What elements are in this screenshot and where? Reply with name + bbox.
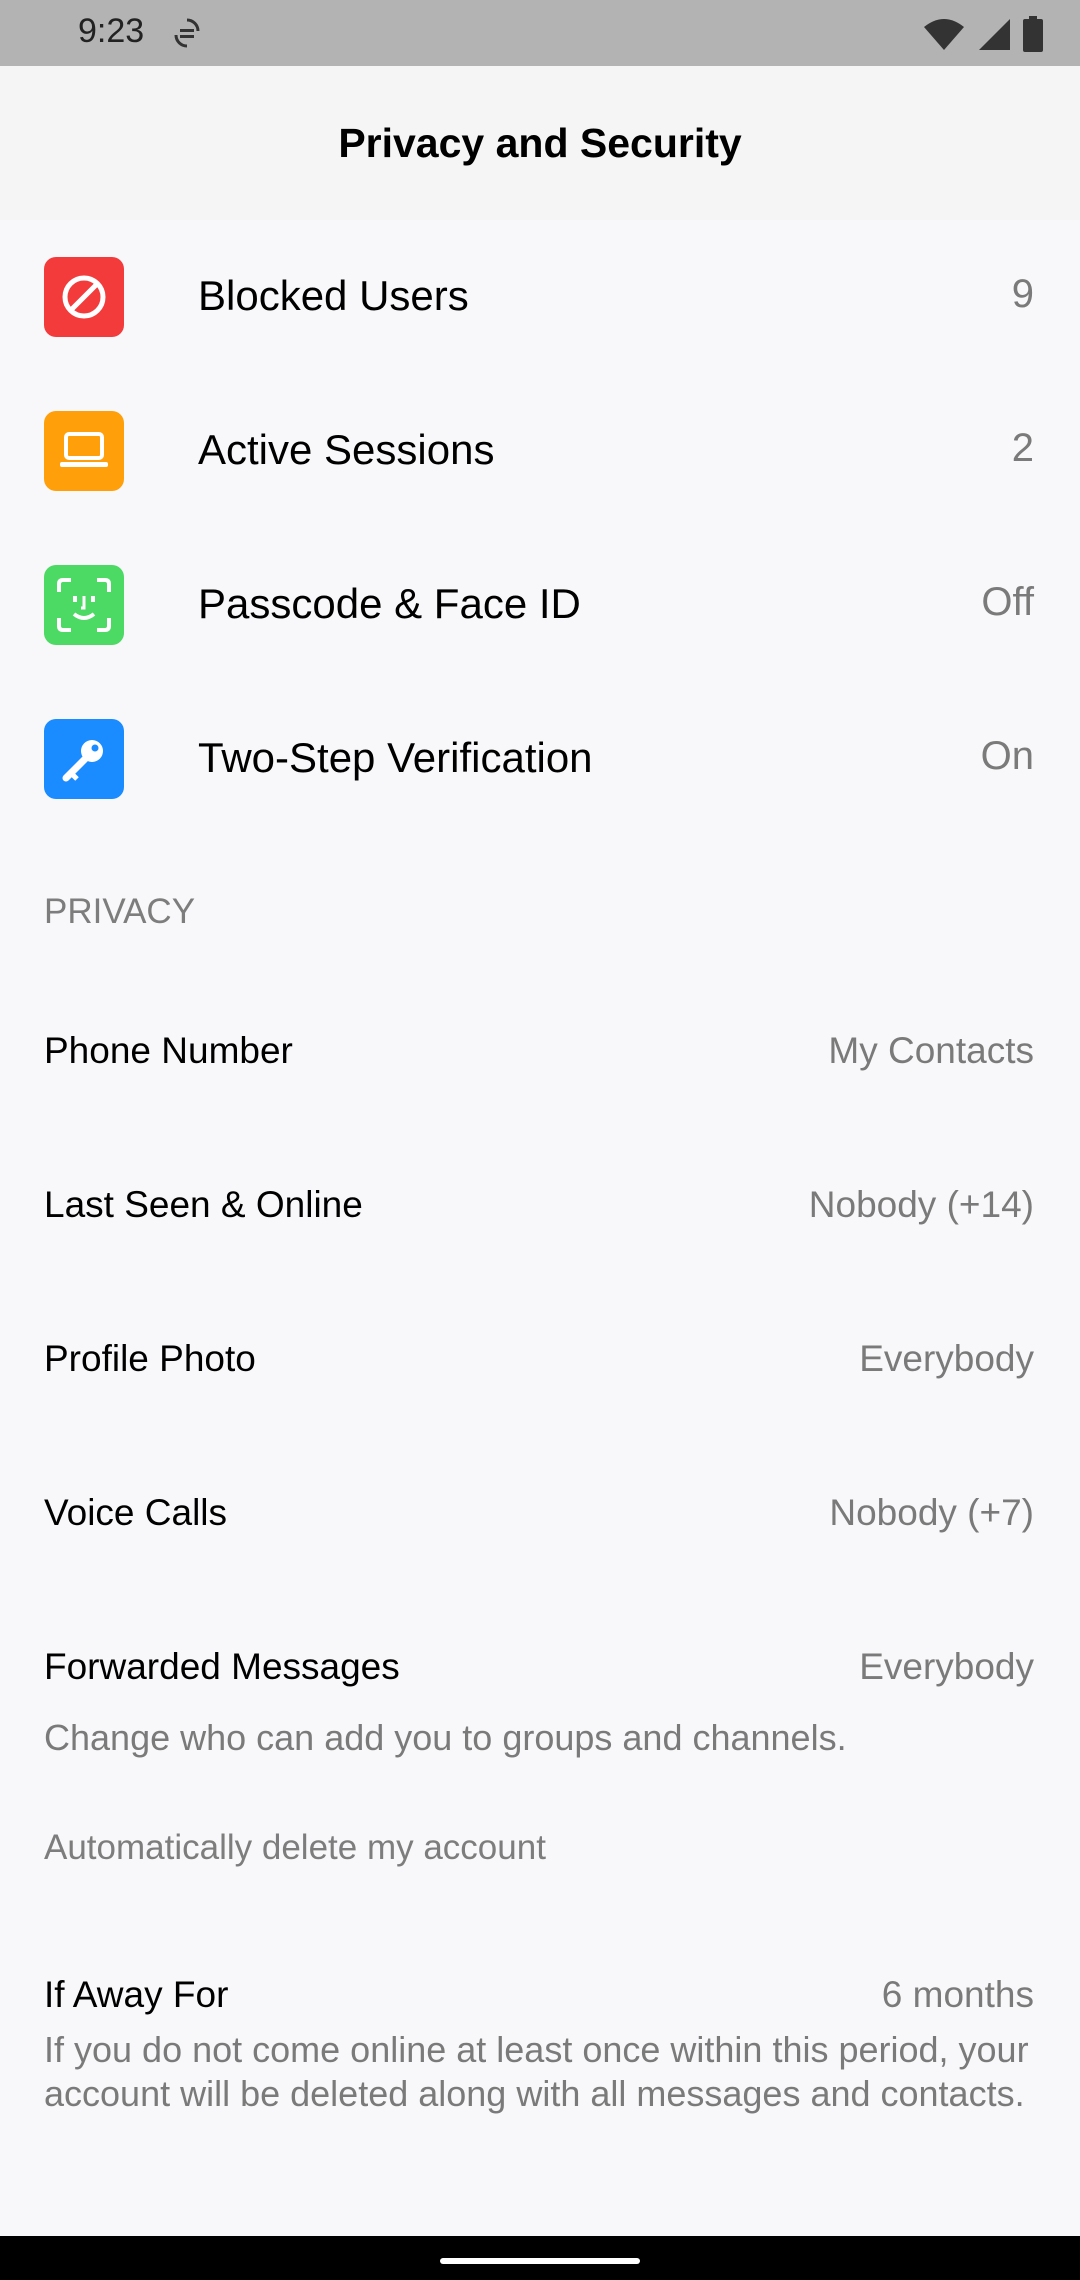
cellular-signal-icon [979,19,1010,50]
profile-photo-row[interactable]: Profile Photo Everybody [0,1284,1080,1438]
profile-photo-value: Everybody [859,1338,1034,1379]
passcode-face-id-label: Passcode & Face ID [198,580,581,627]
key-icon [44,719,124,799]
blocked-users-count: 9 [1011,272,1034,316]
gesture-nav-bar [0,2236,1080,2280]
if-away-for-value: 6 months [881,1974,1034,2015]
last-seen-row[interactable]: Last Seen & Online Nobody (+14) [0,1130,1080,1284]
if-away-for-label: If Away For [44,1974,229,2015]
page-title: Privacy and Security [338,119,742,166]
wifi-icon [924,19,964,50]
last-seen-value: Nobody (+14) [808,1184,1034,1225]
voice-calls-value: Nobody (+7) [829,1492,1034,1533]
active-sessions-count: 2 [1011,426,1034,470]
sync-icon [174,18,200,48]
voice-calls-row[interactable]: Voice Calls Nobody (+7) [0,1438,1080,1592]
app-header: Privacy and Security [0,66,1080,220]
delete-account-section-title: Automatically delete my account [44,1828,546,1867]
blocked-users-label: Blocked Users [198,272,469,319]
active-sessions-row[interactable]: Active Sessions 2 [0,374,1080,528]
blocked-users-row[interactable]: Blocked Users 9 [0,220,1080,374]
last-seen-label: Last Seen & Online [44,1184,363,1225]
battery-icon [1023,16,1043,52]
status-bar: 9:23 [0,0,1080,66]
laptop-icon [44,411,124,491]
forwarded-messages-value: Everybody [859,1646,1034,1687]
voice-calls-label: Voice Calls [44,1492,228,1533]
two-step-verification-row[interactable]: Two-Step Verification On [0,682,1080,836]
phone-number-value: My Contacts [828,1030,1034,1071]
passcode-face-id-row[interactable]: Passcode & Face ID Off [0,528,1080,682]
face-id-icon [44,565,124,645]
two-step-verification-label: Two-Step Verification [198,734,593,781]
active-sessions-label: Active Sessions [198,426,495,473]
passcode-face-id-status: Off [981,580,1034,624]
forwarded-messages-label: Forwarded Messages [44,1646,400,1687]
system-icons [922,16,1044,52]
privacy-section-title: PRIVACY [44,892,196,931]
blocked-icon [44,257,124,337]
home-handle[interactable] [440,2258,640,2264]
phone-number-row[interactable]: Phone Number My Contacts [0,976,1080,1130]
delete-account-note: If you do not come online at least once … [44,2029,1029,2114]
phone-number-label: Phone Number [44,1030,293,1071]
two-step-verification-status: On [980,734,1034,778]
profile-photo-label: Profile Photo [44,1338,256,1379]
status-time: 9:23 [78,12,145,50]
groups-channels-note: Change who can add you to groups and cha… [44,1717,847,1758]
